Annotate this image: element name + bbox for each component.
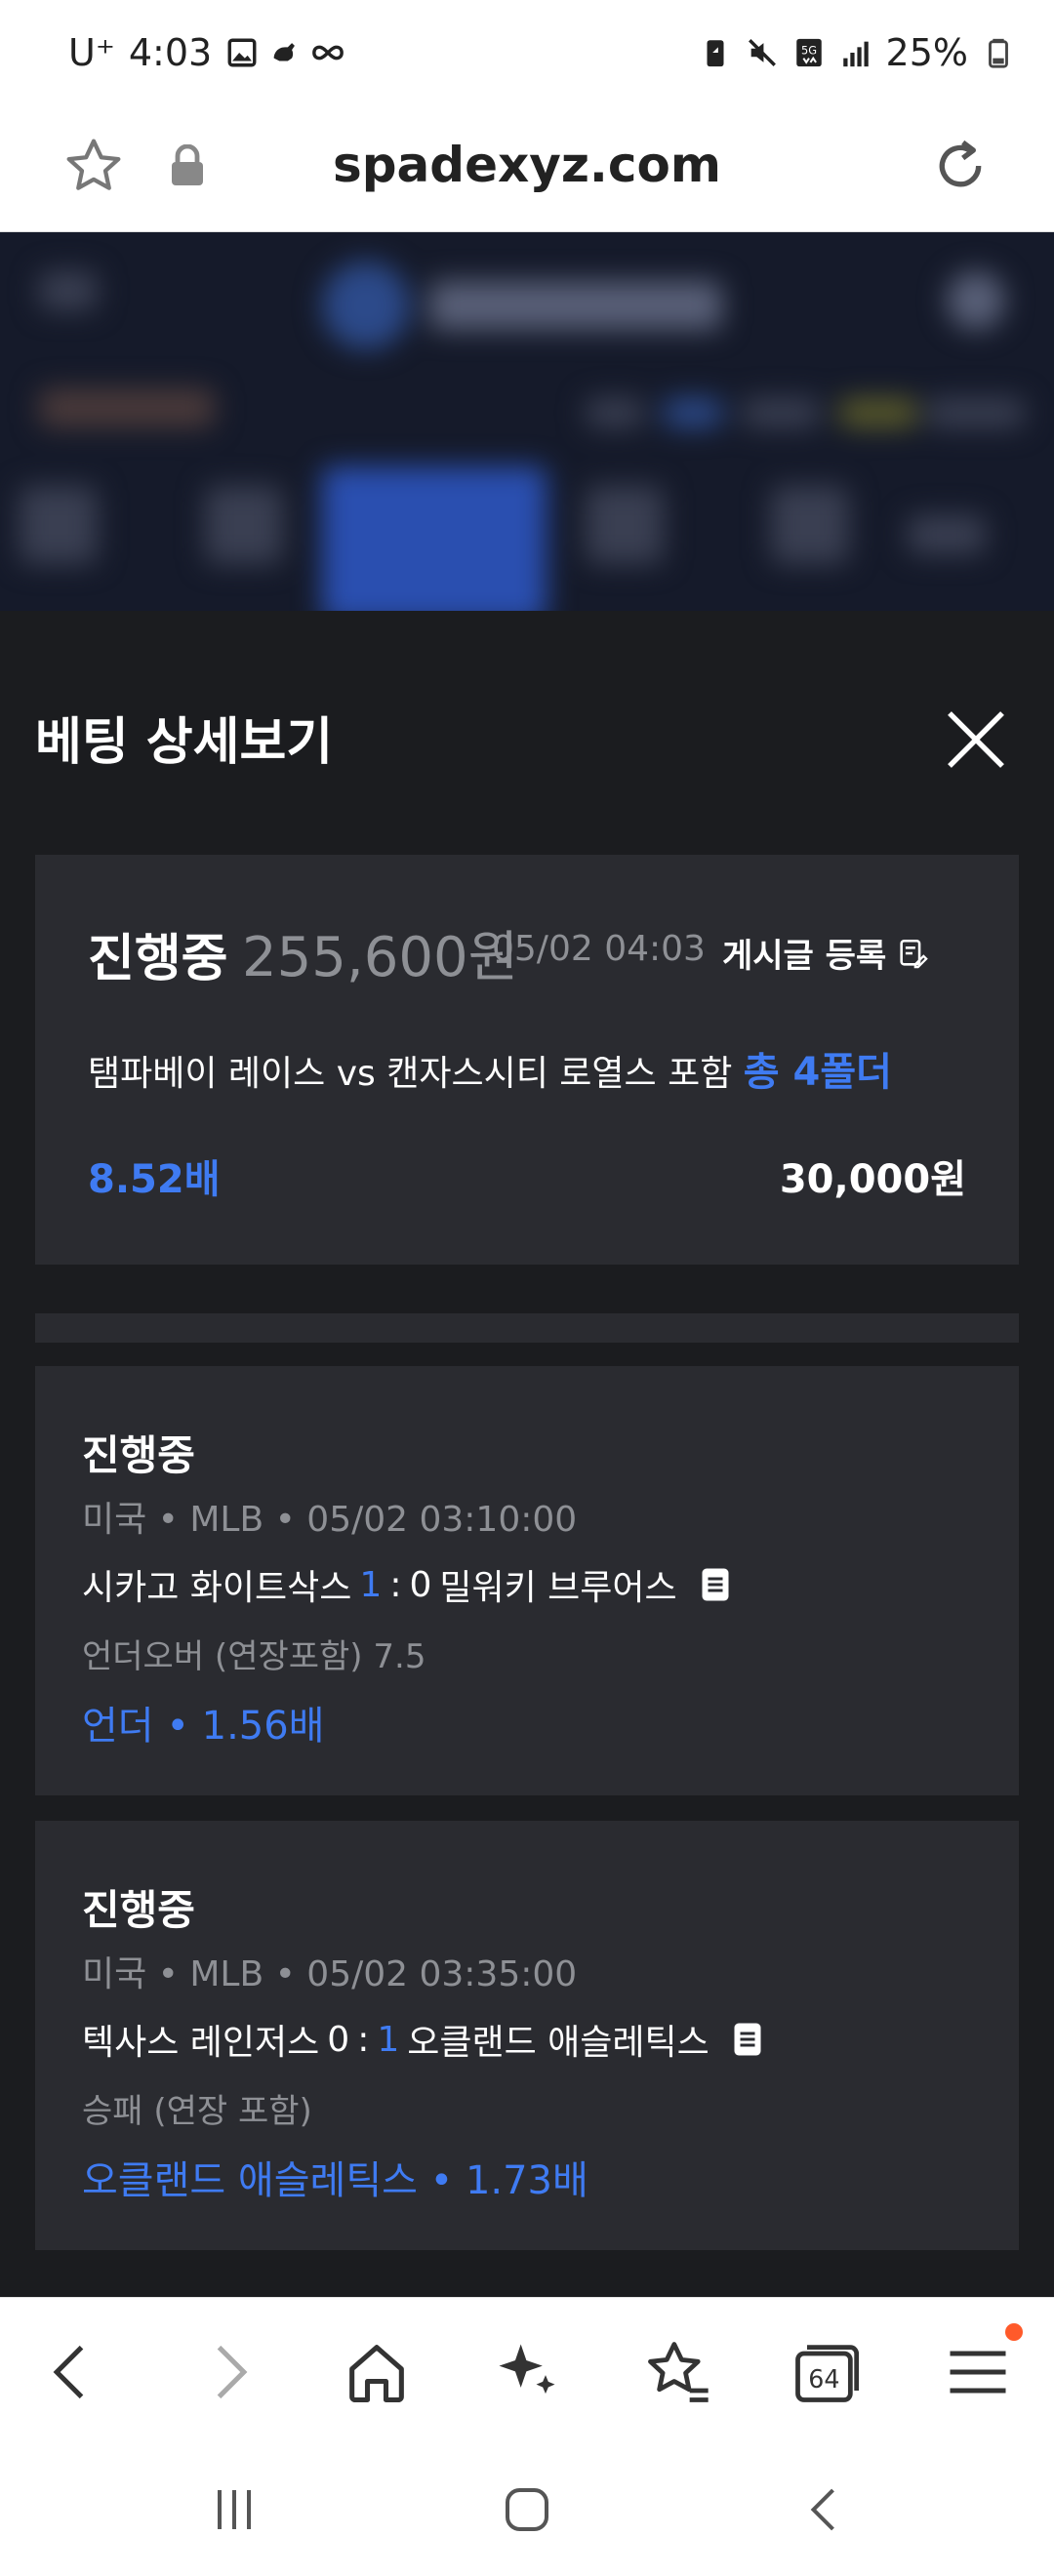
gallery-icon: [227, 38, 257, 67]
summary-stake: 30,000원: [779, 1157, 966, 1202]
bookmarks-icon[interactable]: [640, 2335, 714, 2409]
match-detail-icon[interactable]: [701, 1567, 730, 1602]
status-right: 5G 25%: [699, 31, 1015, 74]
folder-count: 총 4폴더: [743, 1050, 892, 1095]
match-detail-icon[interactable]: [733, 2022, 762, 2057]
bet-pick: 오클랜드 애슬레틱스 • 1.73배: [82, 2158, 588, 2203]
home-team: 텍사스 레인저스: [82, 2023, 320, 2063]
clock: 4:03: [128, 31, 213, 74]
home-icon[interactable]: [340, 2335, 414, 2409]
reload-icon[interactable]: [929, 135, 992, 197]
summary-odds: 8.52배: [88, 1157, 221, 1202]
summary-status: 진행중: [88, 930, 228, 988]
carrier-label: U⁺: [68, 31, 115, 74]
summary-amount: 255,600원: [242, 926, 519, 989]
home-nav-icon[interactable]: [498, 2480, 556, 2539]
menu-icon[interactable]: [941, 2335, 1015, 2409]
svg-text:5G: 5G: [801, 43, 817, 57]
status-left: U⁺ 4:03: [68, 31, 345, 74]
bet-match: 시카고 화이트삭스 1 : 0 밀워키 브루어스: [82, 1559, 730, 1610]
post-register-button[interactable]: 게시글 등록: [722, 929, 929, 977]
summary-match-text: 탬파베이 레이스 vs 캔자스시티 로열스 포함: [88, 1054, 733, 1094]
back-icon[interactable]: [35, 2335, 109, 2409]
score-separator: :: [357, 2019, 370, 2060]
back-nav-icon[interactable]: [796, 2480, 855, 2539]
summary-match: 탬파베이 레이스 vs 캔자스시티 로열스 포함 총 4폴더: [88, 1040, 892, 1097]
browser-toolbar: 64: [0, 2297, 1054, 2443]
bet-detail-modal: 베팅 상세보기 진행중 255,600원 05/02 04:03 게시글 등록 …: [0, 611, 1054, 2297]
tabs-count: 64: [808, 2364, 839, 2394]
bet-summary-card: 진행중 255,600원 05/02 04:03 게시글 등록 탬파베이 레이스…: [35, 855, 1019, 1265]
bet-item-card: 진행중 미국 • MLB • 05/02 03:10:00 시카고 화이트삭스 …: [35, 1366, 1019, 1795]
bet-status: 진행중: [82, 1886, 195, 1934]
bet-status: 진행중: [82, 1431, 195, 1479]
game-controller-icon: [273, 43, 296, 61]
home-team: 시카고 화이트삭스: [82, 1568, 352, 1608]
battery-saver-icon: [707, 40, 724, 67]
sparkle-ai-icon[interactable]: [490, 2335, 564, 2409]
mute-icon: [748, 39, 776, 66]
5g-signal-icon: 5G: [795, 38, 822, 67]
bet-meta: 미국 • MLB • 05/02 03:35:00: [82, 1954, 578, 1994]
close-icon[interactable]: [941, 704, 1011, 775]
away-team: 밀워키 브루어스: [439, 1568, 677, 1608]
browser-url-bar: spadexyz.com: [0, 107, 1054, 232]
url-text[interactable]: spadexyz.com: [0, 137, 1054, 193]
bet-pick: 언더 • 1.56배: [82, 1704, 325, 1749]
battery-icon: [989, 38, 1008, 68]
recent-apps-icon[interactable]: [205, 2480, 264, 2539]
home-score: 0: [327, 2019, 350, 2060]
summary-datetime: 05/02 04:03: [492, 929, 706, 969]
post-register-label: 게시글 등록: [722, 937, 887, 976]
away-score: 0: [409, 1564, 432, 1605]
blurred-site-header: [0, 232, 1054, 611]
home-score: 1: [359, 1564, 383, 1605]
notification-dot: [1005, 2323, 1023, 2341]
modal-title: 베팅 상세보기: [35, 713, 334, 772]
forward-icon[interactable]: [191, 2335, 265, 2409]
bet-market: 승패 (연장 포함): [82, 2092, 312, 2131]
tabs-icon[interactable]: 64: [789, 2335, 863, 2409]
infinity-icon: [312, 45, 345, 60]
battery-percent: 25%: [885, 31, 968, 74]
away-score: 1: [377, 2019, 400, 2060]
bet-item-card: 진행중 미국 • MLB • 05/02 03:35:00 텍사스 레인저스 0…: [35, 1821, 1019, 2250]
away-team: 오클랜드 애슬레틱스: [407, 2023, 709, 2063]
bet-match: 텍사스 레인저스 0 : 1 오클랜드 애슬레틱스: [82, 2014, 762, 2065]
status-bar: U⁺ 4:03 5G 25%: [0, 0, 1054, 107]
system-nav-bar: [0, 2443, 1054, 2576]
edit-document-icon: [900, 939, 929, 968]
section-divider: [35, 1313, 1019, 1343]
cell-signal-icon: [842, 41, 869, 67]
bet-market: 언더오버 (연장포함) 7.5: [82, 1637, 426, 1676]
score-separator: :: [389, 1564, 402, 1605]
bet-meta: 미국 • MLB • 05/02 03:10:00: [82, 1500, 578, 1540]
